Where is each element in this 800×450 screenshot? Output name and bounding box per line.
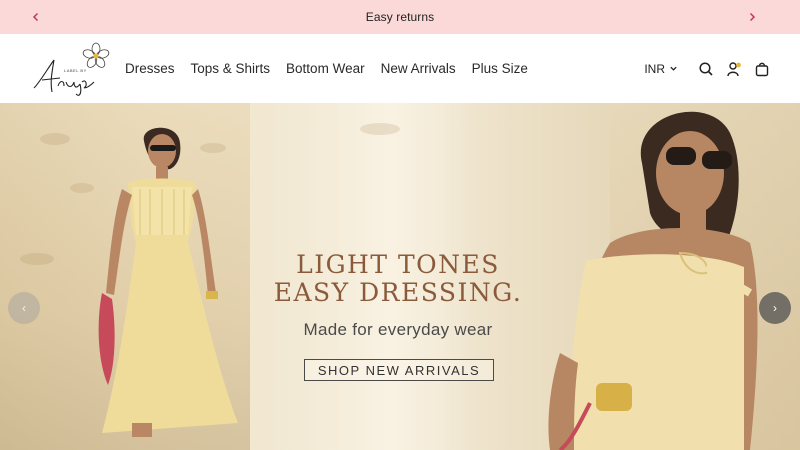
leaf-shadow [70,183,94,193]
nav-item-tops-shirts[interactable]: Tops & Shirts [191,61,271,76]
slider-prev-button[interactable]: ‹ [8,292,40,324]
chevron-left-icon: ‹ [22,301,26,315]
shop-new-arrivals-button[interactable]: SHOP NEW ARRIVALS [304,359,494,381]
hero-banner[interactable]: LIGHT TONES EASY DRESSING. Made for ever… [0,103,800,450]
announcement-bar: Easy returns [0,0,800,34]
leaf-shadow [40,133,70,145]
currency-selector[interactable]: INR [644,62,678,76]
hero-headline: LIGHT TONES EASY DRESSING. [250,251,546,307]
model-left-image [92,123,252,450]
chevron-left-icon[interactable] [26,7,46,27]
account-icon[interactable] [726,61,742,77]
chevron-down-icon [670,66,677,71]
chevron-right-icon[interactable] [742,7,762,27]
model-right-image [530,103,760,450]
slider-next-button[interactable]: › [759,292,791,324]
leaf-shadow [20,253,54,265]
leaf-shadow [360,123,400,135]
hero-subheading: Made for everyday wear [303,320,493,339]
nav-item-plus-size[interactable]: Plus Size [472,61,528,76]
svg-text:LABEL BY: LABEL BY [64,68,87,73]
nav-item-bottom-wear[interactable]: Bottom Wear [286,61,365,76]
brand-logo[interactable]: LABEL BY [30,42,112,96]
nav-item-new-arrivals[interactable]: New Arrivals [381,61,456,76]
header-actions: INR [644,34,770,103]
hero-headline-line1: LIGHT TONES [296,250,500,279]
nav-item-dresses[interactable]: Dresses [125,61,175,76]
site-header: LABEL BY Dresses Tops & Shirts Bottom We… [0,34,800,103]
main-nav: Dresses Tops & Shirts Bottom Wear New Ar… [125,34,528,103]
chevron-right-icon: › [773,301,777,315]
hero-headline-line2: EASY DRESSING. [273,278,523,307]
bag-icon[interactable] [754,61,770,77]
search-icon[interactable] [698,61,714,77]
flower-icon [82,42,110,68]
announcement-text: Easy returns [365,10,435,24]
currency-label: INR [644,61,665,76]
